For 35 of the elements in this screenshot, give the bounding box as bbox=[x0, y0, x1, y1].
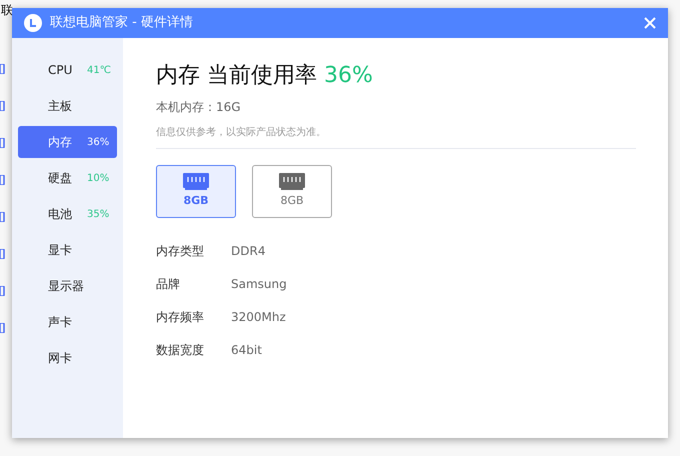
logo-icon bbox=[24, 14, 42, 32]
close-icon[interactable] bbox=[644, 17, 656, 29]
total-memory: 本机内存：16G bbox=[156, 99, 242, 116]
detail-label: 品牌 bbox=[156, 276, 181, 292]
sidebar-item[interactable]: CPU 41℃ bbox=[18, 54, 117, 86]
sidebar-item[interactable]: 声卡 bbox=[18, 306, 117, 338]
sidebar-icon[interactable] bbox=[0, 101, 5, 111]
sidebar-icon[interactable] bbox=[0, 286, 5, 296]
sidebar-icon[interactable] bbox=[0, 249, 5, 259]
detail-value: 3200Mhz bbox=[231, 308, 286, 326]
sidebar-item[interactable]: 硬盘 10% bbox=[18, 162, 117, 194]
memory-chip-icon bbox=[183, 173, 209, 190]
sidebar-item[interactable]: 主板 bbox=[18, 90, 117, 122]
sidebar-icon[interactable] bbox=[0, 212, 5, 222]
detail-label: 数据宽度 bbox=[156, 342, 205, 358]
memory-chip-icon bbox=[279, 173, 305, 190]
sidebar-item[interactable]: 显卡 bbox=[18, 234, 117, 266]
memory-module-tab[interactable]: 8GB bbox=[156, 165, 236, 218]
memory-module-tab[interactable]: 8GB bbox=[252, 165, 332, 218]
sidebar-item[interactable]: 内存 36% bbox=[18, 126, 117, 158]
sidebar-item[interactable]: 电池 35% bbox=[18, 198, 117, 230]
detail-value: DDR4 bbox=[231, 242, 266, 260]
sidebar-icon[interactable] bbox=[0, 175, 5, 185]
sidebar-icon[interactable] bbox=[0, 64, 5, 74]
window-title: 联想电脑管家 - 硬件详情 bbox=[50, 14, 193, 32]
page-heading: 内存 当前使用率 36% bbox=[156, 62, 374, 90]
detail-label: 内存频率 bbox=[156, 308, 205, 326]
disclaimer: 信息仅供参考，以实际产品状态为准。 bbox=[156, 125, 636, 149]
detail-label: 内存类型 bbox=[156, 242, 205, 260]
detail-value: Samsung bbox=[231, 276, 287, 292]
sidebar-item[interactable]: 显示器 bbox=[18, 270, 117, 302]
detail-value: 64bit bbox=[231, 342, 262, 358]
sidebar-icon[interactable] bbox=[0, 138, 5, 148]
sidebar-icon[interactable] bbox=[0, 323, 5, 333]
sidebar-item[interactable]: 网卡 bbox=[18, 342, 117, 374]
